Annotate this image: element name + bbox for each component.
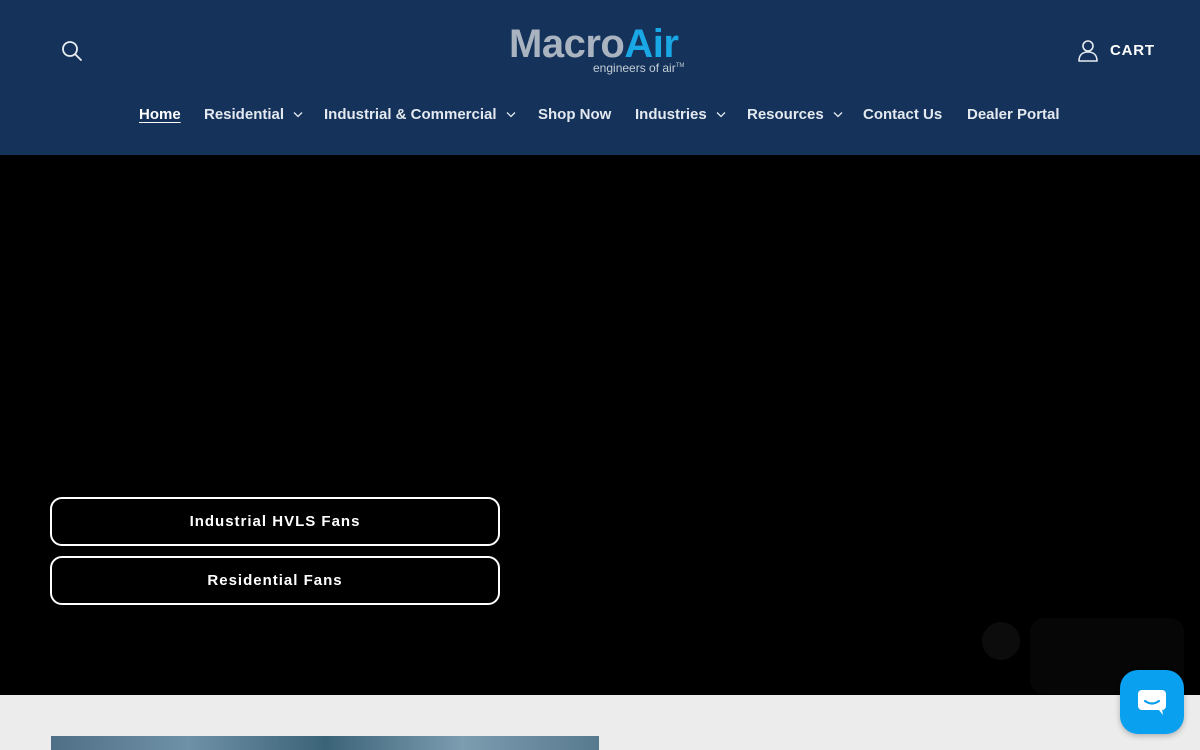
logo-macro-text: Macro	[509, 22, 625, 66]
main-nav: Home Residential Industrial & Commercial…	[0, 100, 1200, 128]
logo-tagline: engineers of airTM	[593, 61, 684, 75]
hero-banner: Industrial HVLS Fans Residential Fans	[0, 155, 1200, 695]
search-icon[interactable]	[58, 37, 86, 65]
nav-item-industrial-commercial[interactable]: Industrial & Commercial	[324, 100, 516, 128]
nav-item-home[interactable]: Home	[139, 100, 181, 128]
nav-item-industries[interactable]: Industries	[635, 100, 726, 128]
nav-item-label: Industrial & Commercial	[324, 105, 497, 123]
feature-image	[51, 736, 599, 750]
account-icon[interactable]	[1076, 38, 1100, 64]
nav-item-label: Home	[139, 105, 181, 123]
nav-item-shop-now[interactable]: Shop Now	[538, 100, 611, 128]
chevron-down-icon	[506, 111, 516, 117]
nav-item-label: Contact Us	[863, 105, 943, 123]
residential-fans-button[interactable]: Residential Fans	[50, 556, 500, 605]
nav-item-dealer-portal[interactable]: Dealer Portal	[967, 100, 1060, 128]
nav-item-resources[interactable]: Resources	[747, 100, 843, 128]
site-header: MacroAir engineers of airTM CART Home Re…	[0, 0, 1200, 155]
chat-icon	[1138, 690, 1166, 715]
nav-item-residential[interactable]: Residential	[204, 100, 303, 128]
chat-launcher-button[interactable]	[1120, 670, 1184, 734]
logo-wordmark: MacroAir	[509, 22, 679, 66]
cart-link[interactable]: CART	[1110, 42, 1155, 59]
macroair-logo[interactable]: MacroAir engineers of airTM	[505, 22, 695, 80]
nav-item-label: Shop Now	[538, 105, 612, 123]
logo-air-text: Air	[624, 22, 679, 66]
nav-item-label: Resources	[747, 105, 824, 123]
nav-item-contact-us[interactable]: Contact Us	[863, 100, 942, 128]
logo-tm: TM	[675, 63, 685, 69]
industrial-hvls-fans-button[interactable]: Industrial HVLS Fans	[50, 497, 500, 546]
nav-item-label: Dealer Portal	[967, 105, 1060, 123]
nav-item-label: Residential	[204, 105, 285, 123]
nav-item-label: Industries	[635, 105, 707, 123]
chevron-down-icon	[293, 111, 303, 117]
chevron-down-icon	[716, 111, 726, 117]
logo-tagline-text: engineers of air	[593, 61, 676, 75]
chat-avatar	[982, 622, 1020, 660]
chevron-down-icon	[833, 111, 843, 117]
